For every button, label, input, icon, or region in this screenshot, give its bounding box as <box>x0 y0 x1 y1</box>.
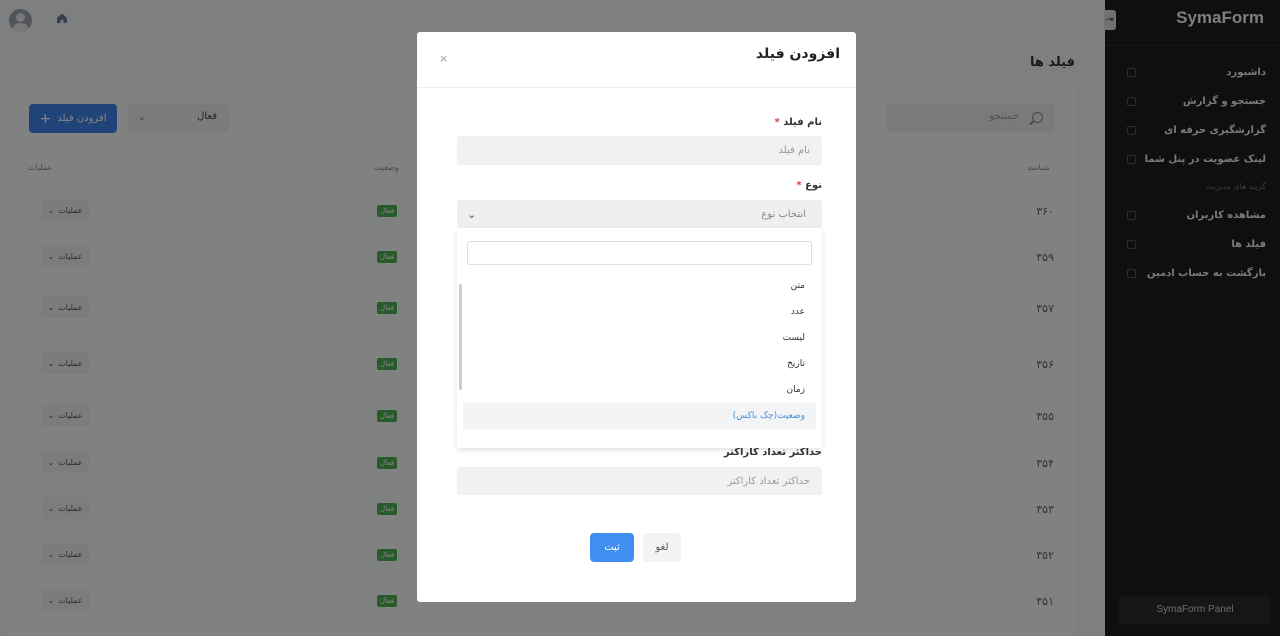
type-select[interactable]: انتخاب نوع ⌄ <box>457 200 822 228</box>
field-name-input[interactable]: نام فیلد <box>457 136 822 165</box>
type-option[interactable]: وضعیت(چک باکس) <box>463 403 816 429</box>
type-option[interactable]: لیست <box>463 325 816 351</box>
required-mark: * <box>796 180 802 191</box>
type-dropdown-list: متن عدد لیست تاریخ زمان وضعیت(چک باکس) <box>457 228 822 448</box>
type-label-text: نوع <box>805 180 822 191</box>
type-option[interactable]: تاریخ <box>463 351 816 377</box>
type-option[interactable]: زمان <box>463 377 816 403</box>
type-option[interactable]: عدد <box>463 299 816 325</box>
type-select-placeholder: انتخاب نوع <box>761 208 806 220</box>
add-field-modal: افزودن فیلد × نام فیلد * نام فیلد نوع * … <box>417 32 856 602</box>
max-chars-input[interactable]: حداکثر تعداد کاراکتر <box>457 467 822 495</box>
modal-title: افزودن فیلد <box>755 46 840 62</box>
cancel-button[interactable]: لغو <box>643 533 681 562</box>
field-name-label: نام فیلد * <box>774 117 822 128</box>
max-chars-placeholder: حداکثر تعداد کاراکتر <box>727 475 810 487</box>
field-name-placeholder: نام فیلد <box>778 145 810 156</box>
dropdown-scrollbar[interactable] <box>459 284 462 390</box>
field-name-label-text: نام فیلد <box>783 117 822 128</box>
dropdown-search-input[interactable] <box>467 241 812 265</box>
chevron-down-icon: ⌄ <box>467 207 477 221</box>
type-option[interactable]: متن <box>463 273 816 299</box>
max-chars-label: حداکثر تعداد کاراکتر <box>723 447 822 458</box>
required-mark: * <box>774 117 780 128</box>
type-label: نوع * <box>796 180 822 191</box>
save-button[interactable]: ثبت <box>590 533 634 562</box>
close-icon[interactable]: × <box>439 52 448 65</box>
